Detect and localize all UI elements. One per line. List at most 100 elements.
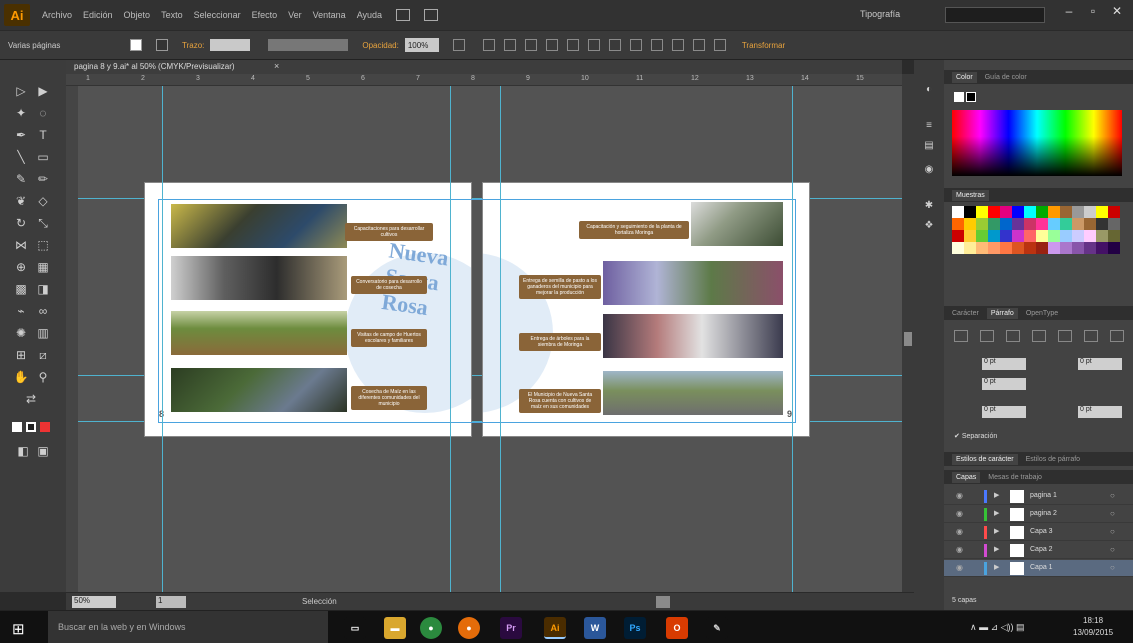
expand-layer-icon[interactable]: ▶ — [994, 491, 999, 499]
artboard-number-field[interactable]: 1 — [156, 596, 186, 608]
justify-left-icon[interactable] — [1032, 330, 1046, 342]
swatch[interactable] — [1024, 242, 1036, 254]
align-right-icon[interactable] — [524, 39, 537, 51]
swatch[interactable] — [1084, 242, 1096, 254]
tab-character-styles[interactable]: Estilos de carácter — [952, 453, 1018, 465]
vertical-scrollbar[interactable] — [902, 74, 914, 592]
swatch[interactable] — [1072, 242, 1084, 254]
swatch[interactable] — [1060, 242, 1072, 254]
document-tab[interactable]: pagina 8 y 9.ai* al 50% (CMYK/Previsuali… — [66, 60, 902, 74]
swatch[interactable] — [1036, 230, 1048, 242]
opacity-field[interactable]: 100% — [404, 38, 439, 52]
menu-seleccionar[interactable]: Seleccionar — [194, 10, 241, 20]
menu-ventana[interactable]: Ventana — [313, 10, 346, 20]
color-guide-icon[interactable]: ◐ — [922, 84, 936, 96]
swatch[interactable] — [988, 218, 1000, 230]
selection-tool-icon[interactable]: ▷ — [12, 82, 30, 100]
firefox-icon[interactable]: ● — [458, 617, 480, 639]
rectangle-tool-icon[interactable]: ▭ — [34, 148, 52, 166]
taskbar-clock[interactable]: 18:18 13/09/2015 — [1073, 615, 1113, 639]
swatch[interactable] — [964, 230, 976, 242]
swatch[interactable] — [976, 206, 988, 218]
close-button[interactable]: ✕ — [1106, 4, 1128, 24]
perspective-grid-tool-icon[interactable]: ▦ — [34, 258, 52, 276]
layer-row[interactable]: ◉ ▶ Capa 3 ○ — [944, 524, 1133, 541]
transform-panel-icon[interactable]: ▤ — [922, 140, 936, 152]
expand-layer-icon[interactable]: ▶ — [994, 527, 999, 535]
align-center-text-icon[interactable] — [980, 330, 994, 342]
horizontal-scroll-thumb[interactable] — [656, 596, 670, 608]
swatch[interactable] — [988, 206, 1000, 218]
artboard-canvas[interactable]: Nueva Santa Rosa Capacitaciones para des… — [78, 86, 902, 592]
swatch[interactable] — [964, 218, 976, 230]
type-tool-icon[interactable]: T — [34, 126, 52, 144]
workspace-switcher[interactable]: Tipografía — [860, 9, 900, 19]
swatch[interactable] — [1072, 218, 1084, 230]
layer-name[interactable]: Capa 2 — [1030, 546, 1053, 553]
zoom-tool-icon[interactable]: ⚲ — [34, 368, 52, 386]
fill-color-icon[interactable] — [12, 422, 22, 432]
swatch[interactable] — [1036, 206, 1048, 218]
swatch[interactable] — [1072, 230, 1084, 242]
selection-bounding-box[interactable] — [158, 199, 796, 423]
layer-name[interactable]: pagina 1 — [1030, 492, 1057, 499]
swatch[interactable] — [1024, 218, 1036, 230]
align-bottom-icon[interactable] — [587, 39, 600, 51]
photoshop-icon[interactable]: Ps — [624, 617, 646, 639]
justify-right-icon[interactable] — [1084, 330, 1098, 342]
swatch[interactable] — [1048, 230, 1060, 242]
help-search-input[interactable] — [945, 7, 1045, 23]
hyphenation-checkbox[interactable]: ✔ Separación — [954, 432, 997, 440]
align-left-icon[interactable] — [482, 39, 495, 51]
eyedropper-tool-icon[interactable]: ⌁ — [12, 302, 30, 320]
illustrator-taskbar-icon[interactable]: Ai — [544, 617, 566, 639]
expand-layer-icon[interactable]: ▶ — [994, 563, 999, 571]
visibility-eye-icon[interactable]: ◉ — [956, 527, 963, 536]
windows-start-icon[interactable]: ⊞ — [12, 620, 25, 638]
stroke-color-icon[interactable] — [26, 422, 36, 432]
swatch[interactable] — [1012, 242, 1024, 254]
layer-target-icon[interactable]: ○ — [1110, 563, 1115, 572]
layer-name[interactable]: pagina 2 — [1030, 510, 1057, 517]
align-left-text-icon[interactable] — [954, 330, 968, 342]
distribute-center-icon[interactable] — [692, 39, 705, 51]
none-color-icon[interactable] — [40, 422, 50, 432]
swatch[interactable] — [952, 242, 964, 254]
visibility-eye-icon[interactable]: ◉ — [956, 545, 963, 554]
taskbar-search-box[interactable]: Buscar en la web y en Windows — [48, 611, 328, 643]
stroke-swatch[interactable] — [156, 39, 168, 51]
justify-center-icon[interactable] — [1058, 330, 1072, 342]
swatch[interactable] — [952, 218, 964, 230]
screen-mode-icon[interactable]: ▣ — [34, 442, 52, 460]
paint-icon[interactable]: ✎ — [706, 617, 728, 639]
layer-row[interactable]: ◉ ▶ Capa 1 ○ — [944, 560, 1133, 577]
layer-name[interactable]: Capa 3 — [1030, 528, 1053, 535]
symbol-sprayer-tool-icon[interactable]: ✺ — [12, 324, 30, 342]
arrange-documents-icon[interactable] — [424, 9, 439, 21]
visibility-eye-icon[interactable]: ◉ — [956, 491, 963, 500]
expand-layer-icon[interactable]: ▶ — [994, 545, 999, 553]
menu-ayuda[interactable]: Ayuda — [357, 10, 382, 20]
gradient-tool-icon[interactable]: ◨ — [34, 280, 52, 298]
artboard-tool-icon[interactable]: ⊞ — [12, 346, 30, 364]
swatch[interactable] — [1012, 230, 1024, 242]
align-panel-icon[interactable]: ≡ — [922, 120, 936, 132]
tab-color-guide[interactable]: Guía de color — [985, 74, 1027, 81]
bridge-icon[interactable] — [396, 9, 411, 21]
opacity-label[interactable]: Opacidad: — [362, 38, 398, 52]
layer-target-icon[interactable]: ○ — [1110, 509, 1115, 518]
menu-efecto[interactable]: Efecto — [252, 10, 278, 20]
justify-all-icon[interactable] — [1110, 330, 1124, 342]
column-graph-tool-icon[interactable]: ▥ — [34, 324, 52, 342]
menu-texto[interactable]: Texto — [161, 10, 183, 20]
swatch[interactable] — [976, 230, 988, 242]
swatch[interactable] — [988, 230, 1000, 242]
swatch[interactable] — [1108, 206, 1120, 218]
swatch[interactable] — [1096, 230, 1108, 242]
close-tab-icon[interactable]: × — [274, 61, 279, 71]
swatch-grid[interactable] — [952, 206, 1122, 254]
visibility-eye-icon[interactable]: ◉ — [956, 509, 963, 518]
swatch[interactable] — [1024, 230, 1036, 242]
left-indent-field[interactable]: 0 pt — [982, 358, 1026, 370]
swatch[interactable] — [1084, 230, 1096, 242]
